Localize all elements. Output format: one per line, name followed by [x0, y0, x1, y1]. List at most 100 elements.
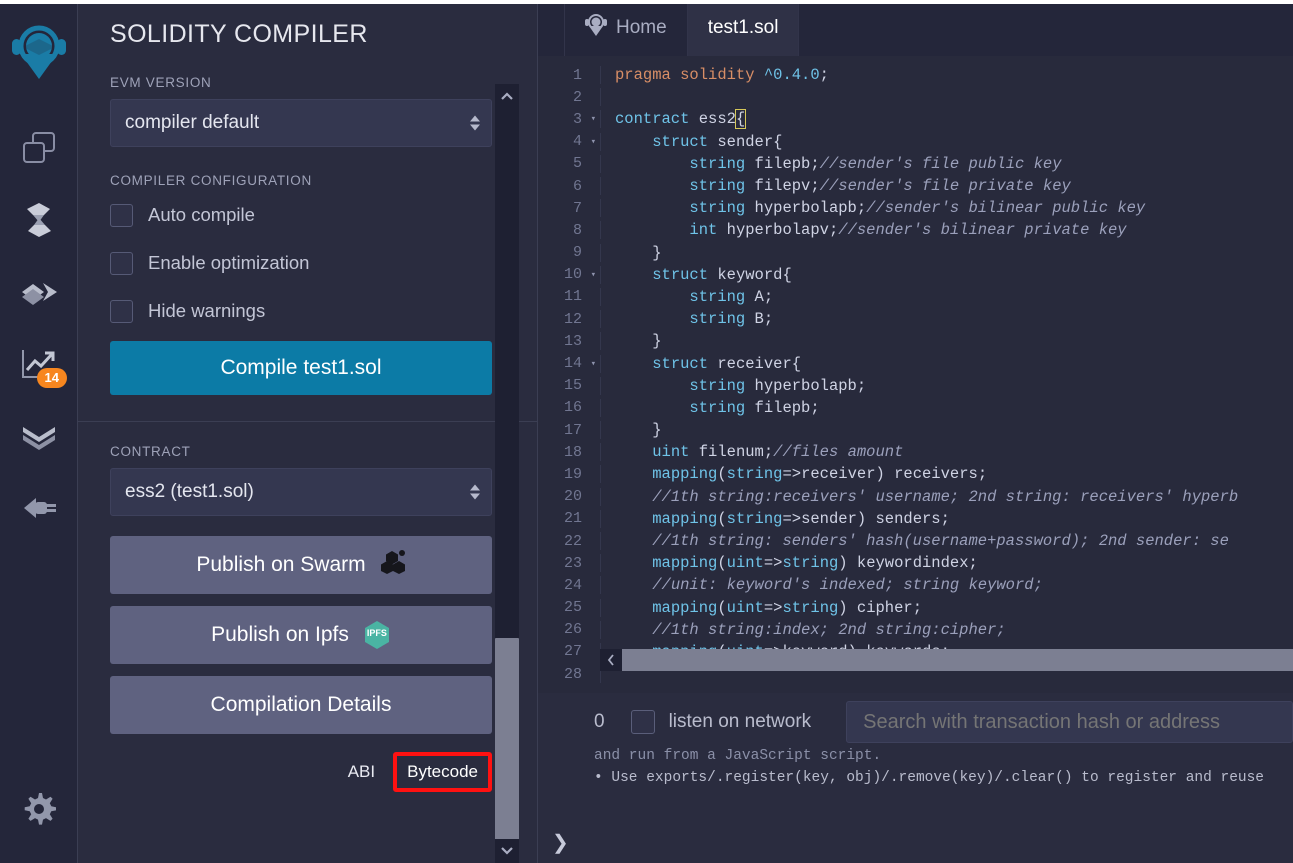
sidebar-item-solidity-compiler[interactable]	[11, 184, 67, 256]
code-line: 11▾ string A;	[538, 286, 1293, 308]
tab-label: Home	[616, 17, 667, 38]
code-line: 21▾ mapping(string=>sender) senders;	[538, 508, 1293, 530]
line-number: 12▾	[563, 310, 582, 328]
window-top-edge	[0, 0, 1293, 4]
code-line: 1▾ pragma solidity ^0.4.0;	[538, 64, 1293, 86]
chevrons-down-icon	[20, 422, 58, 450]
line-number: 11▾	[563, 288, 582, 306]
line-number: 21▾	[563, 510, 582, 528]
code-text: //unit: keyword's indexed; string keywor…	[600, 576, 1293, 595]
code-line: 7▾ string hyperbolapb;//sender's bilinea…	[538, 197, 1293, 219]
contract-label: CONTRACT	[110, 444, 191, 459]
chevron-updown-icon	[470, 115, 480, 131]
code-text: //1th string:receivers' username; 2nd st…	[600, 487, 1293, 506]
editor-hscroll-thumb[interactable]	[622, 649, 1293, 671]
panel-body: EVM VERSION compiler default COMPILER CO…	[78, 75, 537, 395]
code-line: 17▾ }	[538, 419, 1293, 441]
terminal-panel: 0 listen on network and run from a JavaS…	[538, 693, 1293, 863]
sidebar-item-deploy-and-run[interactable]	[11, 256, 67, 328]
line-number: 4 ▾	[572, 133, 596, 151]
scroll-down-button[interactable]	[495, 839, 519, 863]
icon-rail: 14	[0, 0, 78, 863]
code-line: 25▾ mapping(uint=>string) cipher;	[538, 597, 1293, 619]
fold-arrow-icon[interactable]: ▾	[586, 137, 596, 147]
sidebar-item-plugin-manager[interactable]	[11, 472, 67, 544]
terminal-toolbar: 0 listen on network	[538, 693, 1293, 751]
abi-button[interactable]: ABI	[342, 758, 381, 786]
sidebar-item-static-analysis[interactable]: 14	[11, 328, 67, 400]
code-text: //1th string: senders' hash(username+pas…	[600, 532, 1293, 551]
terminal-log-line	[594, 789, 1293, 811]
tab-home[interactable]: Home	[564, 0, 688, 56]
code-line: 5▾ string filepb;//sender's file public …	[538, 153, 1293, 175]
checkbox-box[interactable]	[110, 299, 133, 323]
panel-scrollbar[interactable]	[495, 84, 519, 863]
contract-select[interactable]: ess2 (test1.sol)	[110, 468, 492, 516]
panel-scroll-thumb[interactable]	[495, 638, 519, 863]
publish-on-swarm-button[interactable]: Publish on Swarm	[110, 536, 492, 594]
code-text: string filepb;	[600, 398, 1293, 417]
checkbox-box[interactable]	[110, 251, 133, 275]
code-text: struct keyword{	[600, 265, 1293, 284]
line-number: 3 ▾	[572, 110, 596, 128]
analysis-badge-count: 14	[36, 368, 67, 388]
code-line: 24▾ //unit: keyword's indexed; string ke…	[538, 574, 1293, 596]
scroll-left-button[interactable]	[600, 649, 622, 671]
terminal-prompt-chevron[interactable]: ❯	[552, 830, 569, 855]
gear-icon	[22, 792, 56, 826]
terminal-log-line: and run from a JavaScript script.	[594, 748, 882, 764]
line-number: 1▾	[572, 66, 582, 84]
terminal-log: and run from a JavaScript script. • Use e…	[538, 745, 1293, 863]
line-number: 22▾	[563, 532, 582, 550]
code-text: int hyperbolapv;//sender's bilinear priv…	[600, 221, 1293, 240]
line-number: 19▾	[563, 465, 582, 483]
code-text: uint filenum;//files amount	[600, 443, 1293, 462]
bytecode-button[interactable]: Bytecode	[393, 752, 492, 792]
code-text: string B;	[600, 310, 1293, 329]
compilation-details-button[interactable]: Compilation Details	[110, 676, 492, 734]
evm-version-label: EVM VERSION	[110, 75, 212, 90]
fold-arrow-icon[interactable]: ▾	[586, 114, 596, 124]
code-text: mapping(uint=>string) cipher;	[600, 598, 1293, 617]
line-number: 27▾	[563, 643, 582, 661]
sidebar-item-debugger[interactable]	[11, 400, 67, 472]
checkbox-auto-compile[interactable]: Auto compile	[110, 197, 505, 233]
sidebar-item-file-explorers[interactable]	[11, 112, 67, 184]
line-number: 8▾	[572, 221, 582, 239]
checkbox-hide-warnings[interactable]: Hide warnings	[110, 293, 505, 329]
code-text: string filepb;//sender's file public key	[600, 154, 1293, 173]
abi-bytecode-row: ABI Bytecode	[110, 752, 492, 792]
terminal-log-line	[594, 811, 1293, 833]
fold-arrow-icon[interactable]: ▾	[586, 270, 596, 280]
chevron-updown-icon	[470, 484, 480, 500]
sidebar-item-settings[interactable]	[11, 773, 67, 845]
fold-arrow-icon[interactable]: ▾	[586, 359, 596, 369]
line-number: 6▾	[572, 177, 582, 195]
tab-test1-sol[interactable]: test1.sol	[687, 0, 800, 56]
listen-on-network-label: listen on network	[668, 711, 812, 732]
checkbox-enable-optimization[interactable]: Enable optimization	[110, 245, 505, 281]
editor-tabbar: Home test1.sol	[538, 0, 1293, 56]
remix-logo-icon[interactable]	[9, 20, 69, 82]
line-number: 25▾	[563, 599, 582, 617]
compiler-configuration-label: COMPILER CONFIGURATION	[110, 173, 312, 188]
remix-logo-icon	[585, 13, 607, 43]
remix-ide-window: 14 SOLIDITY COMPILER EVM VERSION compile…	[0, 0, 1293, 863]
checkbox-label: Auto compile	[148, 204, 255, 225]
code-line: 10 ▾ struct keyword{	[538, 264, 1293, 286]
line-number: 20▾	[563, 488, 582, 506]
code-text: }	[600, 332, 1293, 351]
compile-button[interactable]: Compile test1.sol	[110, 341, 492, 395]
evm-version-value: compiler default	[125, 112, 260, 133]
listen-on-network-checkbox[interactable]	[630, 710, 655, 734]
transaction-search-input[interactable]	[846, 701, 1293, 743]
line-number: 9▾	[572, 244, 582, 262]
publish-on-ipfs-button[interactable]: Publish on Ipfs IPFS	[110, 606, 492, 664]
checkbox-box[interactable]	[110, 203, 133, 227]
editor-horizontal-scrollbar[interactable]	[600, 649, 1293, 671]
scroll-up-button[interactable]	[495, 84, 519, 108]
code-editor[interactable]: 1▾ pragma solidity ^0.4.0; 2▾ 3▾contract e…	[538, 56, 1293, 693]
panel-scroll-track[interactable]	[495, 108, 519, 863]
terminal-log-line: • Use exports/.register(key, obj)/.remov…	[594, 770, 1265, 786]
evm-version-select[interactable]: compiler default	[110, 99, 492, 147]
